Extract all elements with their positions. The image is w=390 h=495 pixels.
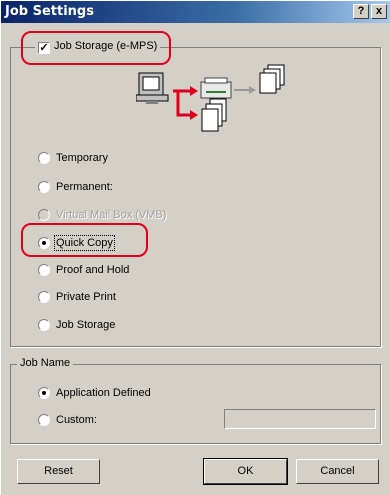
private-print-radio[interactable]: [38, 291, 50, 303]
job-settings-dialog: Job Settings ? x ✓ Job Storage (e-MPS) T…: [0, 0, 390, 495]
job-name-legend: Job Name: [17, 357, 74, 369]
ok-button[interactable]: OK: [203, 458, 288, 485]
window-title: Job Settings: [5, 4, 94, 19]
permanent-label: Permanent:: [56, 181, 113, 193]
custom-job-name-field[interactable]: [224, 409, 376, 429]
gray-arrow: [234, 86, 256, 94]
title-bar: Job Settings ? x: [1, 1, 390, 23]
document-stack-top: [259, 64, 285, 94]
highlight-quick-copy: [21, 223, 148, 257]
document-stack-bottom: [201, 98, 227, 132]
job-name-group: [10, 364, 381, 444]
private-print-label: Private Print: [56, 291, 116, 303]
highlight-job-storage: [21, 31, 171, 65]
application-defined-radio[interactable]: [38, 387, 50, 399]
temporary-radio[interactable]: [38, 152, 50, 164]
close-button[interactable]: x: [371, 4, 387, 19]
help-button[interactable]: ?: [353, 4, 369, 19]
virtual-mail-box-label: Virtual Mail Box (VMB): [56, 209, 167, 221]
virtual-mail-box-radio[interactable]: [38, 209, 50, 221]
permanent-radio[interactable]: [38, 181, 50, 193]
cancel-button[interactable]: Cancel: [296, 459, 379, 484]
reset-button[interactable]: Reset: [17, 459, 100, 484]
computer-icon: [135, 72, 169, 104]
proof-and-hold-radio[interactable]: [38, 264, 50, 276]
job-storage-option-radio[interactable]: [38, 319, 50, 331]
job-storage-option-label: Job Storage: [56, 319, 116, 331]
custom-label: Custom:: [56, 414, 97, 426]
custom-radio[interactable]: [38, 414, 50, 426]
job-storage-diagram: [135, 61, 301, 141]
proof-and-hold-label: Proof and Hold: [56, 264, 130, 276]
red-arrows: [173, 89, 190, 117]
application-defined-label: Application Defined: [56, 387, 151, 399]
temporary-label: Temporary: [56, 152, 108, 164]
printer-icon: [200, 77, 232, 99]
